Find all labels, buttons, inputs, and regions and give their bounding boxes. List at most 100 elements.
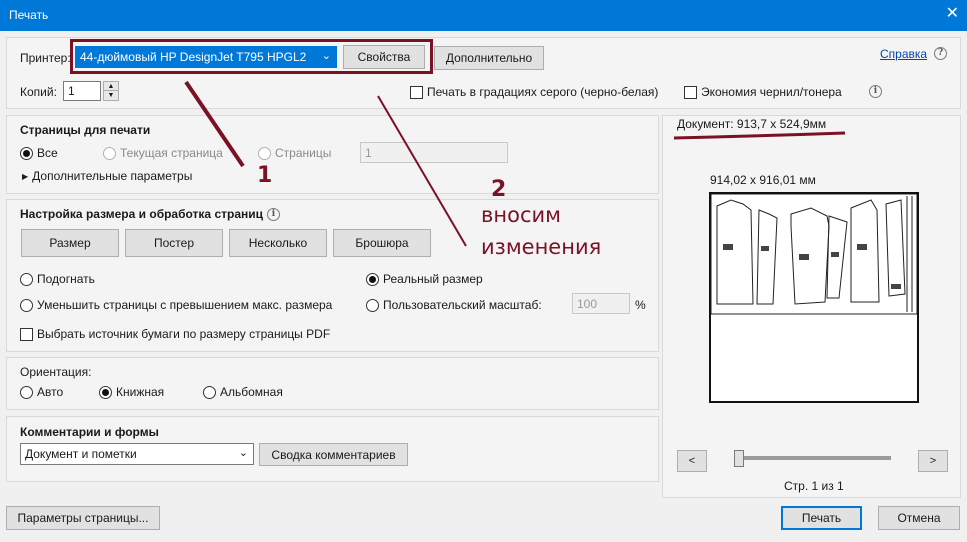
fit-label: Подогнать	[37, 272, 95, 286]
close-icon[interactable]: ✕	[946, 5, 959, 23]
advanced-button-label: Дополнительно	[445, 51, 533, 65]
orientation-landscape-label: Альбомная	[220, 385, 283, 399]
stepper-up-icon[interactable]: ▲	[104, 82, 118, 91]
paper-source-checkbox[interactable]	[20, 327, 33, 341]
orientation-landscape-radio[interactable]	[203, 385, 216, 399]
percent-label: %	[635, 298, 646, 312]
stepper-down-icon[interactable]: ▼	[104, 91, 118, 100]
title-bar: Печать ✕	[0, 0, 967, 31]
paper-source-option[interactable]: Выбрать источник бумаги по размеру стран…	[20, 327, 330, 341]
shrink-label: Уменьшить страницы с превышением макс. р…	[37, 298, 333, 312]
pages-range-option[interactable]: Страницы	[258, 146, 331, 160]
page-setup-label: Параметры страницы...	[17, 511, 149, 525]
annotation-box-printer	[70, 39, 433, 74]
sizing-header: Настройка размера и обработка страниц i	[20, 207, 280, 221]
annotation-note-line2: изменения	[481, 235, 602, 259]
save-ink-label: Экономия чернил/тонера	[701, 85, 842, 99]
copies-stepper[interactable]: ▲ ▼	[103, 81, 119, 101]
pages-all-radio[interactable]	[20, 146, 33, 160]
pages-current-label: Текущая страница	[120, 146, 223, 160]
next-page-label: >	[929, 455, 937, 467]
tab-booklet-label: Брошюра	[355, 236, 409, 250]
pages-range-radio[interactable]	[258, 146, 271, 160]
comments-select[interactable]: Документ и пометки ⌄	[20, 443, 254, 465]
pages-current-radio[interactable]	[103, 146, 116, 160]
comments-select-value: Документ и пометки	[25, 447, 137, 461]
next-page-button[interactable]: >	[918, 450, 948, 472]
actual-size-option[interactable]: Реальный размер	[366, 272, 483, 286]
printer-label: Принтер:	[20, 51, 71, 65]
page-counter: Стр. 1 из 1	[784, 479, 844, 493]
annotation-marker-2: 2	[491, 177, 507, 202]
sizing-title: Настройка размера и обработка страниц	[20, 207, 263, 221]
grayscale-label: Печать в градациях серого (черно-белая)	[427, 85, 659, 99]
tab-size-label: Размер	[49, 236, 91, 250]
pages-all-option[interactable]: Все	[20, 146, 58, 160]
fit-option[interactable]: Подогнать	[20, 272, 95, 286]
annotation-marker-1: 1	[257, 163, 273, 188]
prev-page-button[interactable]: <	[677, 450, 707, 472]
actual-size-radio[interactable]	[366, 272, 379, 286]
advanced-button[interactable]: Дополнительно	[434, 46, 544, 70]
shrink-option[interactable]: Уменьшить страницы с превышением макс. р…	[20, 298, 332, 312]
custom-scale-label: Пользовательский масштаб:	[383, 298, 542, 312]
tab-booklet[interactable]: Брошюра	[333, 229, 431, 257]
print-button[interactable]: Печать	[781, 506, 862, 530]
comments-summary-button[interactable]: Сводка комментариев	[259, 443, 408, 466]
document-size: Документ: 913,7 x 524,9мм	[677, 117, 827, 131]
page-preview	[709, 192, 919, 403]
pages-range-input[interactable]: 1	[360, 142, 508, 163]
orientation-portrait-option[interactable]: Книжная	[99, 385, 164, 399]
tab-size[interactable]: Размер	[21, 229, 119, 257]
page-slider-track[interactable]	[734, 456, 891, 460]
orientation-panel	[6, 357, 659, 410]
custom-scale-input[interactable]: 100	[572, 293, 630, 314]
tab-multiple[interactable]: Несколько	[229, 229, 327, 257]
pages-title: Страницы для печати	[20, 123, 151, 137]
tab-poster[interactable]: Постер	[125, 229, 223, 257]
orientation-title: Ориентация:	[20, 365, 92, 379]
cancel-button[interactable]: Отмена	[878, 506, 960, 530]
orientation-auto-radio[interactable]	[20, 385, 33, 399]
cancel-label: Отмена	[897, 511, 941, 525]
copies-label: Копий:	[20, 85, 57, 99]
page-setup-button[interactable]: Параметры страницы...	[6, 506, 160, 530]
print-label: Печать	[801, 511, 842, 525]
annotation-note-line1: вносим	[481, 203, 561, 227]
custom-scale-value: 100	[577, 296, 598, 311]
info-icon[interactable]: i	[869, 85, 882, 98]
actual-size-label: Реальный размер	[383, 272, 483, 286]
page-slider-handle[interactable]	[734, 450, 744, 467]
orientation-auto-option[interactable]: Авто	[20, 385, 63, 399]
help-link[interactable]: Справка	[880, 47, 927, 61]
help-icon[interactable]: ?	[934, 47, 947, 60]
grayscale-checkbox[interactable]	[410, 85, 423, 99]
orientation-portrait-label: Книжная	[116, 385, 165, 399]
pages-range-label: Страницы	[275, 146, 332, 160]
custom-scale-radio[interactable]	[366, 298, 379, 312]
copies-input[interactable]: 1	[63, 81, 101, 101]
save-ink-option[interactable]: Экономия чернил/тонера	[684, 85, 842, 99]
pages-all-label: Все	[37, 146, 58, 160]
tab-poster-label: Постер	[153, 236, 194, 250]
save-ink-checkbox[interactable]	[684, 85, 697, 99]
page-size: 914,02 x 916,01 мм	[710, 173, 816, 187]
chevron-down-icon: ⌄	[238, 447, 248, 459]
prev-page-label: <	[688, 455, 696, 467]
shrink-radio[interactable]	[20, 298, 33, 312]
more-options-label: Дополнительные параметры	[32, 169, 193, 183]
comments-summary-label: Сводка комментариев	[271, 447, 396, 462]
pages-current-option[interactable]: Текущая страница	[103, 146, 223, 160]
orientation-portrait-radio[interactable]	[99, 385, 112, 399]
comments-title: Комментарии и формы	[20, 425, 159, 439]
orientation-auto-label: Авто	[37, 385, 64, 399]
custom-scale-option[interactable]: Пользовательский масштаб:	[366, 298, 542, 312]
pages-range-value: 1	[365, 145, 372, 160]
grayscale-option[interactable]: Печать в градациях серого (черно-белая)	[410, 85, 658, 99]
fit-radio[interactable]	[20, 272, 33, 286]
orientation-landscape-option[interactable]: Альбомная	[203, 385, 283, 399]
pattern-preview-image	[710, 193, 918, 315]
more-options-toggle[interactable]: ▶ Дополнительные параметры	[22, 169, 192, 183]
info-icon[interactable]: i	[267, 207, 280, 221]
triangle-right-icon: ▶	[22, 171, 29, 181]
